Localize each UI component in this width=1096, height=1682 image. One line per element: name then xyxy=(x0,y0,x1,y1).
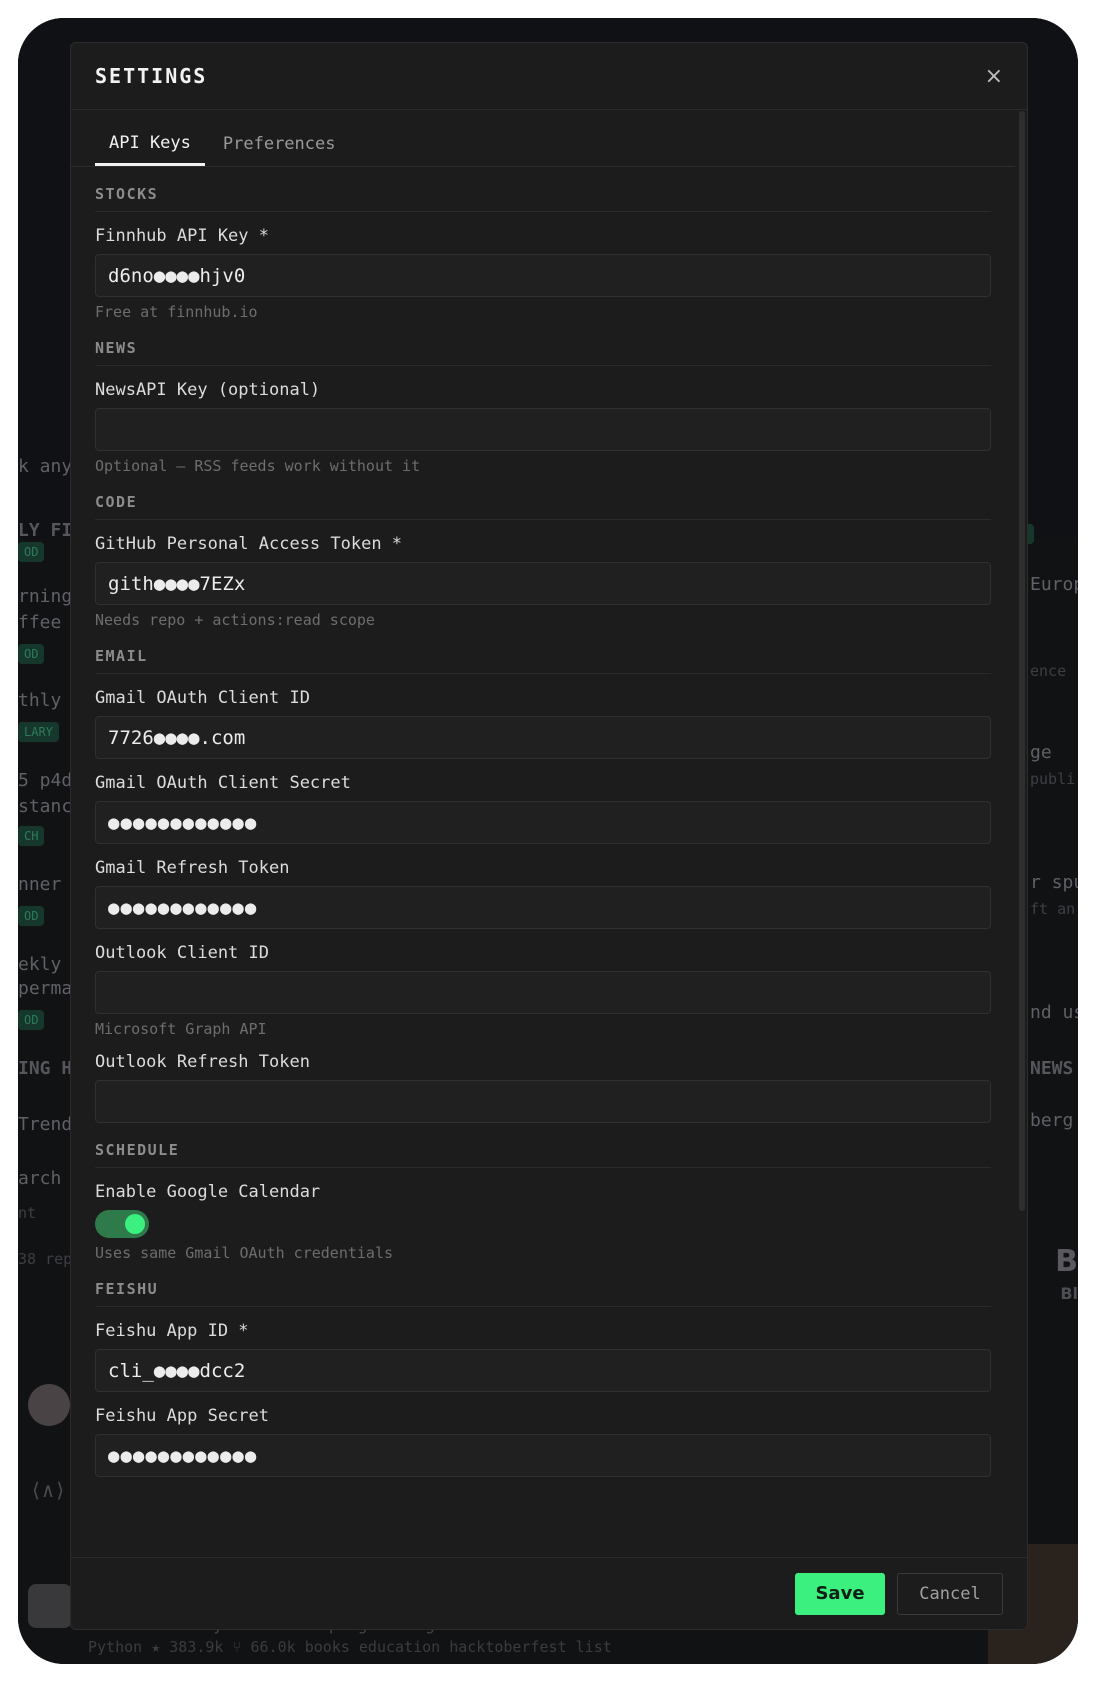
cancel-button[interactable]: Cancel xyxy=(897,1572,1003,1615)
background-text: Europ xyxy=(1030,574,1078,595)
outlook-client-id-input[interactable] xyxy=(95,971,991,1014)
section-stocks: STOCKS Finnhub API Key * Free at finnhub… xyxy=(71,167,1015,321)
background-text: NEWS xyxy=(1030,1058,1074,1079)
background-text: ence xyxy=(1030,662,1067,680)
background-text: nd us xyxy=(1030,1002,1078,1023)
modal-title: SETTINGS xyxy=(95,64,208,88)
field-hint: Needs repo + actions:read scope xyxy=(95,611,375,629)
section-email: EMAIL Gmail OAuth Client ID Gmail OAuth … xyxy=(71,629,1015,1123)
background-avatar xyxy=(28,1384,70,1426)
modal-header: SETTINGS × xyxy=(71,43,1027,110)
section-schedule: SCHEDULE Enable Google Calendar Uses sam… xyxy=(71,1123,1015,1262)
background-text: rning xyxy=(18,586,73,607)
scroll-content: API Keys Preferences STOCKS Finnhub API … xyxy=(71,111,1015,1477)
background-badge: OD xyxy=(18,1010,45,1030)
section-title: NEWS xyxy=(95,321,991,366)
background-text: thly xyxy=(18,690,62,711)
section-title: STOCKS xyxy=(95,167,991,212)
field-label: Outlook Refresh Token xyxy=(95,1052,310,1072)
close-icon[interactable]: × xyxy=(985,64,1003,89)
background-text: 5 p4d xyxy=(18,770,73,791)
background-badge: LARY xyxy=(18,722,59,742)
newsapi-key-input[interactable] xyxy=(95,408,991,451)
section-feishu: FEISHU Feishu App ID * Feishu App Secret xyxy=(71,1262,1015,1477)
github-token-input[interactable] xyxy=(95,562,991,605)
toggle-knob xyxy=(125,1214,145,1234)
background-text: nt xyxy=(18,1204,37,1222)
field-feishu-app-id: Feishu App ID * xyxy=(95,1321,991,1392)
tab-api-keys[interactable]: API Keys xyxy=(95,133,205,166)
modal-footer: Save Cancel xyxy=(71,1557,1027,1629)
section-code: CODE GitHub Personal Access Token * Need… xyxy=(71,475,1015,629)
app-window: k any LY FI OD rning ffee OD thly LARY 5… xyxy=(18,18,1078,1664)
section-title: CODE xyxy=(95,475,991,520)
background-text: B xyxy=(1055,1244,1078,1279)
scrollbar[interactable] xyxy=(1015,111,1027,1557)
field-hint: Microsoft Graph API xyxy=(95,1020,267,1038)
field-newsapi: NewsAPI Key (optional) Optional — RSS fe… xyxy=(95,380,991,475)
gmail-refresh-token-input[interactable] xyxy=(95,886,991,929)
field-hint: Free at finnhub.io xyxy=(95,303,258,321)
background-repo-meta: Python ★ 383.9k ⑂ 66.0k books education … xyxy=(88,1638,612,1656)
scrollbar-thumb[interactable] xyxy=(1019,111,1025,1211)
field-hint: Optional — RSS feeds work without it xyxy=(95,457,421,475)
background-badge: OD xyxy=(18,644,45,664)
field-label: Enable Google Calendar xyxy=(95,1182,321,1202)
field-label: Gmail OAuth Client ID xyxy=(95,688,310,708)
modal-body: API Keys Preferences STOCKS Finnhub API … xyxy=(71,111,1027,1557)
field-label: NewsAPI Key (optional) xyxy=(95,380,321,400)
field-gmail-refresh-token: Gmail Refresh Token xyxy=(95,858,991,929)
background-badge: OD xyxy=(18,542,45,562)
field-gmail-client-secret: Gmail OAuth Client Secret xyxy=(95,773,991,844)
section-title: FEISHU xyxy=(95,1262,991,1307)
background-text: berg xyxy=(1030,1110,1074,1131)
background-text: ge xyxy=(1030,742,1052,763)
field-label: Feishu App ID * xyxy=(95,1321,249,1341)
feishu-app-secret-input[interactable] xyxy=(95,1434,991,1477)
field-label: Gmail OAuth Client Secret xyxy=(95,773,351,793)
flame-icon: ⟨∧⟩ xyxy=(30,1478,67,1502)
background-text: 38 rep xyxy=(18,1250,73,1268)
background-text: ING H xyxy=(18,1058,73,1079)
settings-modal: SETTINGS × API Keys Preferences STOCKS F… xyxy=(70,42,1028,1630)
gmail-client-secret-input[interactable] xyxy=(95,801,991,844)
field-hint: Uses same Gmail OAuth credentials xyxy=(95,1244,394,1262)
background-badge: OD xyxy=(18,906,45,926)
field-label: Gmail Refresh Token xyxy=(95,858,290,878)
background-thumbnail xyxy=(28,1584,72,1628)
field-feishu-app-secret: Feishu App Secret xyxy=(95,1406,991,1477)
field-label: GitHub Personal Access Token * xyxy=(95,534,403,554)
background-text: arch xyxy=(18,1168,62,1189)
feishu-app-id-input[interactable] xyxy=(95,1349,991,1392)
tab-preferences[interactable]: Preferences xyxy=(209,134,350,166)
section-title: EMAIL xyxy=(95,629,991,674)
field-outlook-client-id: Outlook Client ID Microsoft Graph API xyxy=(95,943,991,1038)
field-finnhub: Finnhub API Key * Free at finnhub.io xyxy=(95,226,991,321)
background-text: ffee xyxy=(18,612,62,633)
background-text: ft an xyxy=(1030,900,1076,918)
google-calendar-toggle[interactable] xyxy=(95,1210,149,1238)
section-news: NEWS NewsAPI Key (optional) Optional — R… xyxy=(71,321,1015,475)
gmail-client-id-input[interactable] xyxy=(95,716,991,759)
background-badge: CH xyxy=(18,826,45,846)
section-title: SCHEDULE xyxy=(95,1123,991,1168)
field-label: Finnhub API Key * xyxy=(95,226,269,246)
field-outlook-refresh-token: Outlook Refresh Token xyxy=(95,1052,991,1123)
tab-bar: API Keys Preferences xyxy=(71,111,1015,167)
field-label: Outlook Client ID xyxy=(95,943,269,963)
field-gmail-client-id: Gmail OAuth Client ID xyxy=(95,688,991,759)
save-button[interactable]: Save xyxy=(795,1572,885,1615)
field-github: GitHub Personal Access Token * Needs rep… xyxy=(95,534,991,629)
finnhub-api-key-input[interactable] xyxy=(95,254,991,297)
background-text: LY FI xyxy=(18,520,73,541)
field-google-calendar: Enable Google Calendar Uses same Gmail O… xyxy=(95,1182,991,1262)
background-text: r spu xyxy=(1030,872,1078,893)
background-text: publi xyxy=(1030,770,1076,788)
background-text: k any xyxy=(18,456,73,477)
background-text: Bl xyxy=(1060,1284,1078,1303)
outlook-refresh-token-input[interactable] xyxy=(95,1080,991,1123)
field-label: Feishu App Secret xyxy=(95,1406,269,1426)
